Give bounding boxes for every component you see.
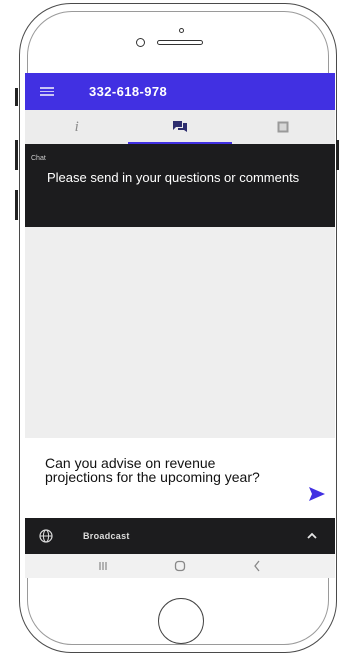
app-screen: 332-618-978 i Chat Please send in your q… (25, 73, 335, 578)
recent-apps-icon (99, 562, 107, 570)
system-nav-bar (25, 554, 335, 578)
send-icon (309, 487, 325, 501)
system-back-button[interactable] (247, 559, 267, 573)
power-button (336, 140, 339, 170)
info-icon: i (74, 118, 79, 135)
volume-button (15, 190, 18, 220)
volume-button (15, 88, 18, 106)
message-composer: Can you advise on revenue projections fo… (25, 438, 335, 518)
broadcast-label: Broadcast (83, 531, 130, 541)
media-icon (277, 121, 289, 133)
sensor-icon (179, 28, 184, 33)
globe-icon (39, 529, 53, 543)
chat-header: Chat Please send in your questions or co… (25, 144, 335, 227)
chat-label: Chat (31, 155, 46, 162)
volume-button (15, 140, 18, 170)
broadcast-bar[interactable]: Broadcast (25, 518, 335, 554)
app-bar: 332-618-978 (25, 73, 335, 110)
system-home-button[interactable] (170, 559, 190, 573)
home-icon (174, 560, 186, 572)
back-icon (253, 560, 260, 572)
tab-bar: i (25, 110, 335, 144)
home-button[interactable] (158, 598, 204, 644)
tab-info[interactable]: i (25, 110, 128, 144)
send-button[interactable] (308, 486, 326, 502)
tab-media[interactable] (232, 110, 335, 144)
speaker-grille (157, 40, 203, 45)
message-input[interactable]: Can you advise on revenue projections fo… (45, 456, 285, 484)
tab-chat[interactable] (128, 110, 232, 144)
camera-icon (136, 38, 145, 47)
chat-icon (172, 121, 187, 132)
chevron-up-icon[interactable] (307, 532, 317, 540)
recent-apps-button[interactable] (93, 559, 113, 573)
chat-welcome-message: Please send in your questions or comment… (47, 170, 300, 185)
chat-messages-area[interactable] (25, 227, 335, 438)
phone-number: 332-618-978 (89, 84, 168, 99)
menu-icon[interactable] (40, 87, 54, 96)
